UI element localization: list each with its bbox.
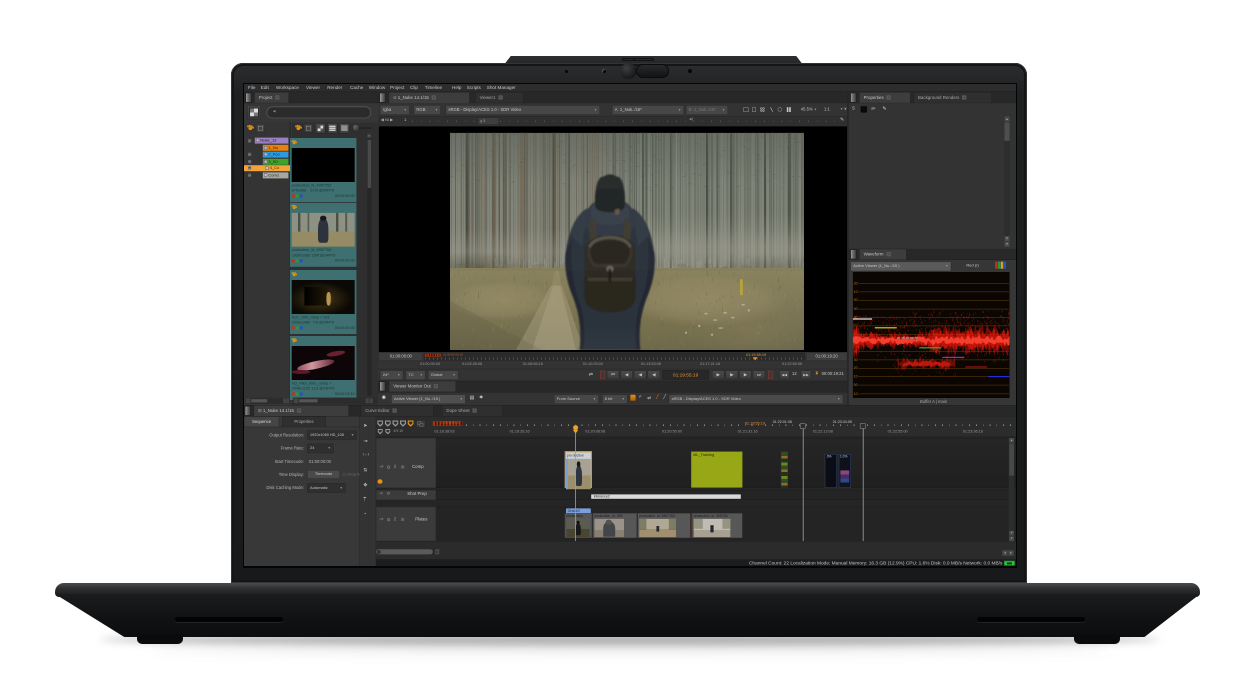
svg-text:10: 10	[854, 290, 858, 294]
svg-text:10: 10	[854, 375, 858, 379]
svg-text:20: 20	[854, 281, 858, 285]
svg-text:10: 10	[854, 392, 858, 396]
svg-text:20: 20	[854, 366, 858, 370]
svg-text:00: 00	[854, 298, 858, 302]
svg-text:00: 00	[854, 383, 858, 387]
svg-text:30: 30	[854, 358, 858, 362]
svg-text:90: 90	[854, 307, 858, 311]
